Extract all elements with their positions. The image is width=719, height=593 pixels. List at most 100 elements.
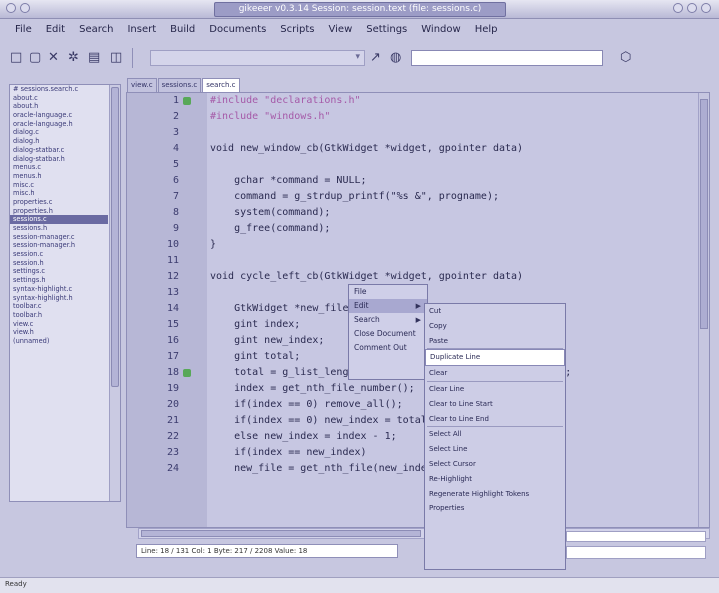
sidebar-file-item[interactable]: (unnamed) [10, 337, 108, 346]
copy-icon[interactable]: ▤ [88, 51, 100, 65]
context-menu-item[interactable]: Edit ▶ [349, 299, 427, 313]
sidebar-file-item[interactable]: sessions.c [10, 215, 108, 224]
sidebar-file-item[interactable]: dialog.h [10, 137, 108, 146]
menu-settings[interactable]: Settings [359, 24, 414, 35]
sidebar-file-item[interactable]: syntax-highlight.c [10, 285, 108, 294]
edit-menu-item[interactable]: Cut [425, 304, 565, 319]
sidebar-file-item[interactable]: properties.h [10, 207, 108, 216]
menu-documents[interactable]: Documents [202, 24, 273, 35]
code-text: gint new_index; [210, 335, 325, 346]
search-go-icon[interactable]: ⬡ [620, 51, 631, 65]
code-line: 5 [127, 157, 709, 173]
context-menu-item[interactable]: Close Document [349, 327, 427, 341]
save-icon[interactable]: ◫ [110, 51, 122, 65]
close-window-icon[interactable] [701, 3, 711, 13]
editor-scrollbar[interactable] [698, 93, 709, 527]
context-menu-item[interactable]: Search ▶ [349, 313, 427, 327]
context-menu-item[interactable]: Comment Out [349, 341, 427, 355]
minimize-icon[interactable] [673, 3, 683, 13]
fold-marker-icon[interactable] [183, 97, 191, 105]
menu-build[interactable]: Build [163, 24, 202, 35]
tab-view-c[interactable]: view.c [127, 78, 157, 92]
sidebar-file-item[interactable]: misc.h [10, 189, 108, 198]
editor-scroll-thumb[interactable] [700, 99, 708, 329]
new-file-icon[interactable]: □ [10, 51, 22, 65]
sidebar-file-item[interactable]: session.h [10, 259, 108, 268]
edit-menu-item[interactable]: Select Line [425, 442, 565, 457]
toolbar-separator [132, 48, 133, 68]
sidebar-file-item[interactable]: view.c [10, 320, 108, 329]
edit-menu-item[interactable]: Clear to Line End [425, 412, 565, 427]
menu-file[interactable]: File [8, 24, 39, 35]
menu-scripts[interactable]: Scripts [273, 24, 321, 35]
settings-icon[interactable]: ✲ [68, 51, 79, 65]
sidebar-scroll-thumb[interactable] [111, 87, 119, 387]
horizontal-scroll-thumb[interactable] [141, 530, 421, 537]
menu-view[interactable]: View [322, 24, 360, 35]
sidebar-file-item[interactable]: toolbar.h [10, 311, 108, 320]
sidebar-file-item[interactable]: toolbar.c [10, 302, 108, 311]
menu-search[interactable]: Search [72, 24, 120, 35]
sidebar-file-item[interactable]: misc.c [10, 181, 108, 190]
sidebar-file-item[interactable]: settings.h [10, 276, 108, 285]
edit-menu-item[interactable]: Regenerate Highlight Tokens [425, 487, 565, 502]
submenu-arrow-icon: ▶ [415, 316, 421, 324]
menu-help[interactable]: Help [468, 24, 505, 35]
edit-menu-item[interactable]: Clear [425, 366, 565, 381]
sidebar-file-item[interactable]: about.c [10, 94, 108, 103]
sidebar-file-item[interactable]: about.h [10, 102, 108, 111]
sidebar-file-item[interactable]: menus.c [10, 163, 108, 172]
sidebar-file-item[interactable]: sessions.h [10, 224, 108, 233]
open-folder-icon[interactable]: ▢ [29, 51, 41, 65]
sidebar-file-item[interactable]: oracle-language.c [10, 111, 108, 120]
window-shade-icon[interactable] [20, 3, 30, 13]
context-menu-item[interactable]: File [349, 285, 427, 299]
sidebar-file-item[interactable]: session.c [10, 250, 108, 259]
code-text: g_free(command); [210, 223, 331, 234]
line-number: 24 [166, 463, 179, 474]
search-input[interactable] [411, 50, 603, 66]
edit-menu-item[interactable]: Clear to Line Start [425, 397, 565, 412]
maximize-icon[interactable] [687, 3, 697, 13]
sidebar-file-item[interactable]: dialog-statbar.c [10, 146, 108, 155]
sidebar-file-item[interactable]: # sessions.search.c [10, 85, 108, 94]
sidebar-file-item[interactable]: view.h [10, 328, 108, 337]
sidebar-file-item[interactable]: oracle-language.h [10, 120, 108, 129]
menu-insert[interactable]: Insert [120, 24, 163, 35]
fold-marker-icon[interactable] [183, 369, 191, 377]
sidebar-file-item[interactable]: session-manager.h [10, 241, 108, 250]
sidebar-file-item[interactable]: session-manager.c [10, 233, 108, 242]
edit-menu-item[interactable]: Select Cursor [425, 457, 565, 472]
code-text: #include "windows.h" [210, 111, 331, 122]
arrow-icon[interactable]: ↗ [370, 51, 381, 65]
tab-sessions-c[interactable]: sessions.c [157, 78, 202, 92]
sidebar-file-item[interactable]: properties.c [10, 198, 108, 207]
sidebar-file-item[interactable]: syntax-highlight.h [10, 294, 108, 303]
sidebar-file-item[interactable]: dialog.c [10, 128, 108, 137]
edit-menu-item[interactable]: Duplicate Line [425, 349, 565, 367]
toolbar-combo[interactable]: ▾ [150, 50, 365, 66]
edit-menu-item[interactable]: Select All [425, 427, 565, 442]
edit-menu-item[interactable]: Paste [425, 334, 565, 349]
line-number: 3 [172, 127, 179, 138]
stop-icon[interactable]: ◍ [390, 51, 401, 65]
code-text: void cycle_left_cb(GtkWidget *widget, gp… [210, 271, 524, 282]
edit-menu-item[interactable]: Re-Highlight [425, 472, 565, 487]
code-line: 9 g_free(command); [127, 221, 709, 237]
close-icon[interactable]: ✕ [48, 51, 59, 65]
chevron-down-icon[interactable]: ▾ [355, 52, 360, 62]
sidebar-file-item[interactable]: settings.c [10, 267, 108, 276]
cursor-position-status: Line: 18 / 131 Col: 1 Byte: 217 / 2208 V… [136, 544, 398, 558]
edit-menu-item[interactable]: Copy [425, 319, 565, 334]
sidebar-file-item[interactable]: menus.h [10, 172, 108, 181]
menu-window[interactable]: Window [414, 24, 467, 35]
menu-edit[interactable]: Edit [39, 24, 72, 35]
edit-menu-item[interactable]: Properties [425, 501, 565, 516]
line-number: 13 [166, 287, 179, 298]
window-menu-icon[interactable] [6, 3, 16, 13]
sidebar-file-item[interactable]: dialog-statbar.h [10, 155, 108, 164]
sidebar-scrollbar[interactable] [109, 85, 120, 501]
code-line: 20 if(index == 0) remove_all(); [127, 397, 709, 413]
tab-search-c[interactable]: search.c [202, 78, 240, 92]
edit-menu-item[interactable]: Clear Line [425, 382, 565, 397]
